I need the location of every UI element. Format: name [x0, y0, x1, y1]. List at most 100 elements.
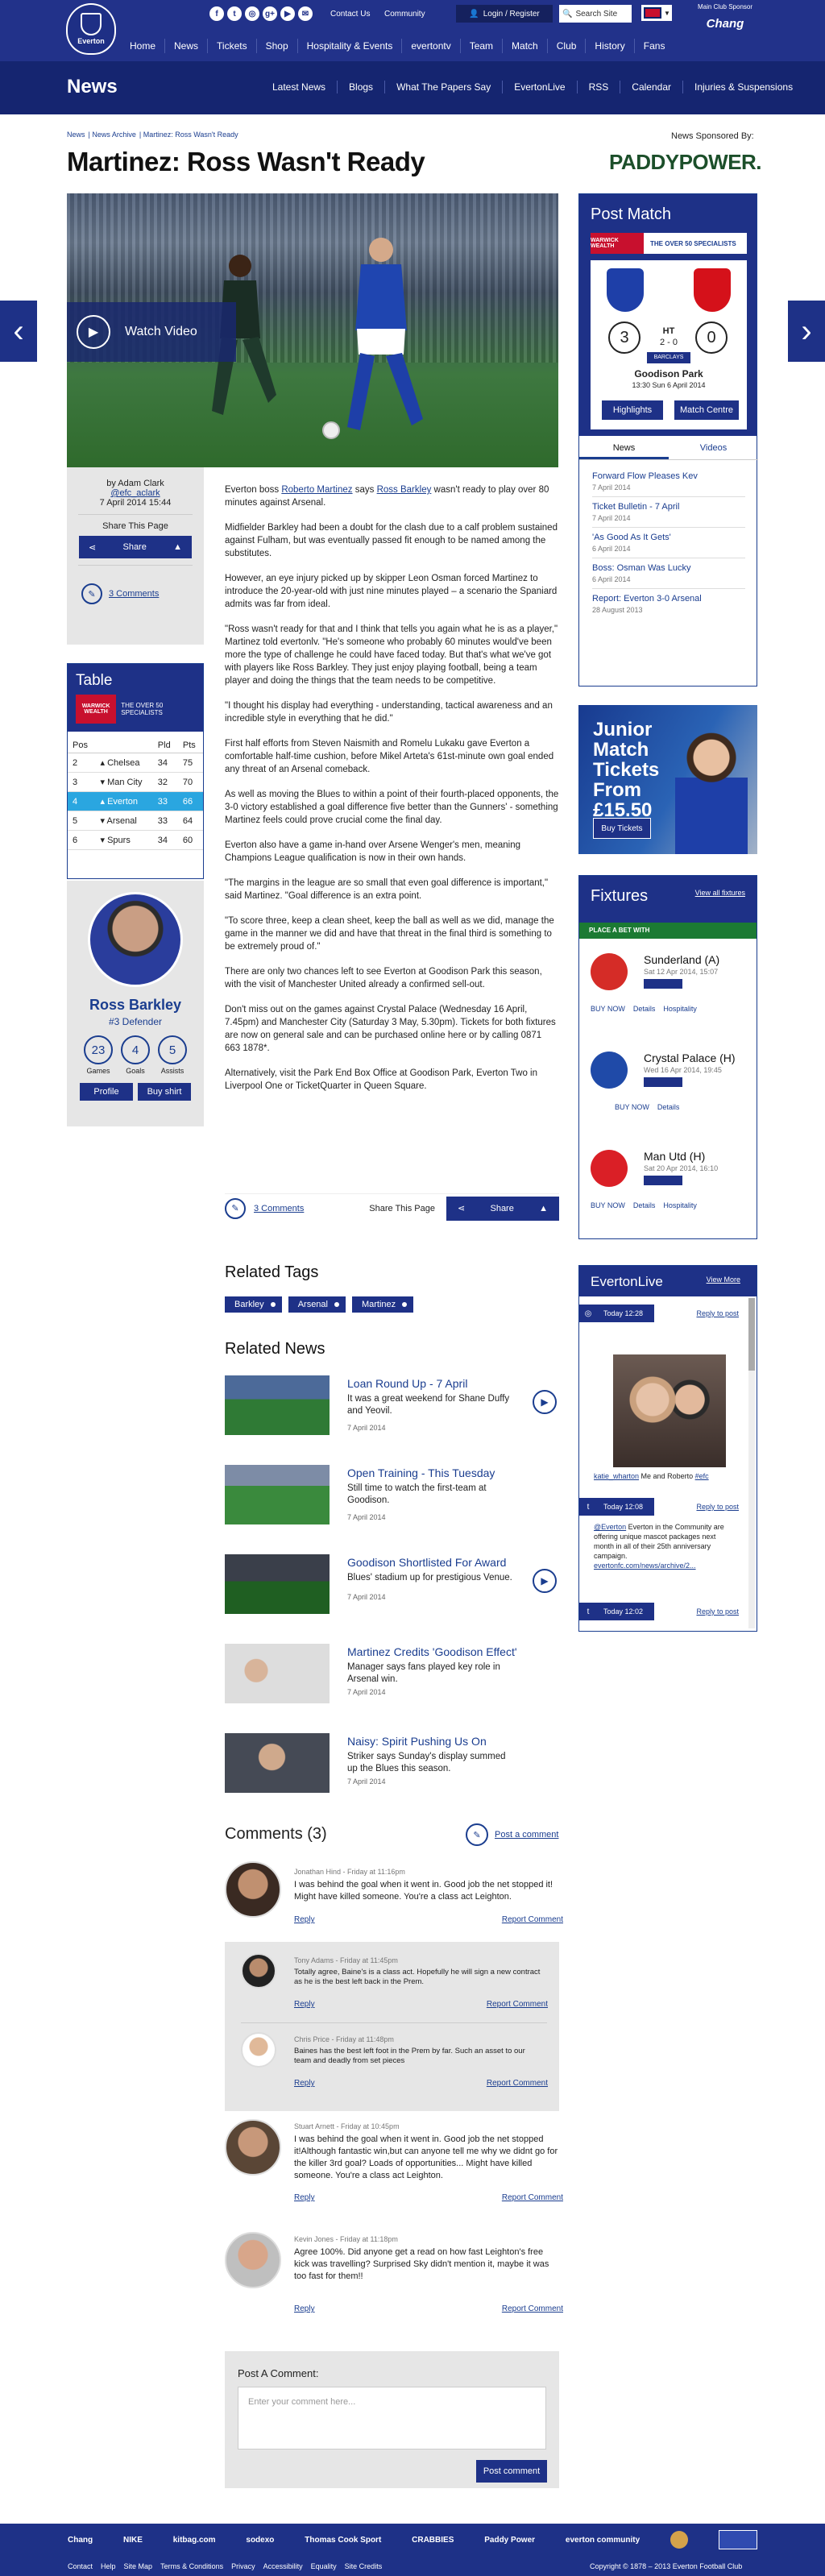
reply-link[interactable]: Reply	[294, 2000, 315, 2009]
related-news-item[interactable]: Martinez Credits 'Goodison Effect' Manag…	[225, 1644, 563, 1710]
feed-scrollbar[interactable]	[748, 1298, 755, 1628]
feed-photo[interactable]	[613, 1354, 726, 1467]
nav-news[interactable]: News	[164, 39, 207, 53]
footer-link[interactable]: Contact	[68, 2562, 93, 2570]
comments-count-link[interactable]: 3 Comments	[109, 589, 159, 599]
buy-shirt-button[interactable]: Buy shirt	[138, 1083, 191, 1101]
breadcrumb-news[interactable]: News	[67, 131, 85, 139]
reply-link[interactable]: Reply	[294, 1915, 315, 1924]
table-row-everton[interactable]: 4 ▴ Everton 33 66	[68, 791, 203, 811]
junior-tickets-banner[interactable]: Junior Match Tickets From £15.50 Buy Tickets	[578, 705, 757, 854]
language-selector[interactable]: ▼	[641, 5, 672, 21]
highlights-button[interactable]: Highlights	[602, 400, 663, 420]
profile-button[interactable]: Profile	[80, 1083, 133, 1101]
play-icon[interactable]: ▶	[533, 1390, 557, 1414]
reply-to-post-link[interactable]: Reply to post	[696, 1607, 739, 1616]
nav-team[interactable]: Team	[459, 39, 502, 53]
report-comment-link[interactable]: Report Comment	[487, 2079, 548, 2088]
subnav-papers[interactable]: What The Papers Say	[384, 81, 502, 93]
breadcrumb-archive[interactable]: News Archive	[92, 131, 136, 139]
nav-shop[interactable]: Shop	[255, 39, 297, 53]
post-match-sponsor[interactable]: WARWICK WEALTH THE OVER 50 SPECIALISTS	[591, 233, 747, 254]
next-article-arrow[interactable]: ›	[788, 301, 825, 362]
comment-textarea[interactable]: Enter your comment here...	[238, 2387, 546, 2449]
tweet-user-link[interactable]: @Everton	[594, 1523, 626, 1531]
sponsor-logo[interactable]: Chang	[68, 2536, 93, 2545]
related-news-item[interactable]: Loan Round Up - 7 April It was a great w…	[225, 1375, 563, 1441]
post-comment-link[interactable]: ✎ Post a comment	[466, 1823, 558, 1846]
login-register-button[interactable]: 👤 Login / Register	[456, 5, 553, 23]
subnav-rss[interactable]: RSS	[576, 81, 620, 93]
subnav-latest-news[interactable]: Latest News	[261, 81, 337, 93]
tab-videos[interactable]: Videos	[669, 436, 758, 459]
related-news-item[interactable]: Open Training - This Tuesday Still time …	[225, 1465, 563, 1531]
hospitality-link[interactable]: Hospitality	[663, 1201, 697, 1209]
sponsor-logo[interactable]: Thomas Cook Sport	[305, 2536, 381, 2545]
author-twitter-link[interactable]: @efc_aclark	[110, 488, 160, 498]
twitter-icon[interactable]: t	[227, 6, 242, 21]
barkley-link[interactable]: Ross Barkley	[377, 485, 432, 495]
report-comment-link[interactable]: Report Comment	[487, 2000, 548, 2009]
previous-article-arrow[interactable]: ‹	[0, 301, 37, 362]
footer-link[interactable]: Site Credits	[345, 2562, 383, 2570]
sponsor-logo[interactable]: Paddy Power	[484, 2536, 535, 2545]
subnav-injuries[interactable]: Injuries & Suspensions	[682, 81, 804, 93]
nav-tickets[interactable]: Tickets	[207, 39, 256, 53]
comments-count-link[interactable]: 3 Comments	[254, 1204, 304, 1213]
tweet-link[interactable]: evertonfc.com/news/archive/2...	[594, 1562, 696, 1570]
list-item[interactable]: 'As Good As It Gets' 6 April 2014	[592, 528, 745, 558]
view-more-link[interactable]: View More	[707, 1276, 740, 1284]
hashtag-link[interactable]: #efc	[695, 1472, 709, 1480]
news-title[interactable]: Naisy: Spirit Pushing Us On	[347, 1735, 487, 1748]
related-news-item[interactable]: Naisy: Spirit Pushing Us On Striker says…	[225, 1733, 563, 1799]
details-link[interactable]: Details	[657, 1103, 680, 1111]
news-title[interactable]: Open Training - This Tuesday	[347, 1466, 495, 1479]
report-comment-link[interactable]: Report Comment	[502, 2193, 563, 2202]
footer-link[interactable]: Terms & Conditions	[160, 2562, 223, 2570]
reply-to-post-link[interactable]: Reply to post	[696, 1503, 739, 1511]
subnav-calendar[interactable]: Calendar	[620, 81, 682, 93]
footer-link[interactable]: Privacy	[231, 2562, 255, 2570]
details-link[interactable]: Details	[633, 1005, 656, 1013]
tag-barkley[interactable]: Barkley	[225, 1296, 282, 1313]
tab-news[interactable]: News	[579, 436, 669, 459]
news-title[interactable]: Goodison Shortlisted For Award	[347, 1556, 506, 1569]
club-crest-icon[interactable]	[718, 2530, 757, 2549]
related-news-item[interactable]: Goodison Shortlisted For Award Blues' st…	[225, 1554, 563, 1620]
buy-now-link[interactable]: BUY NOW	[591, 1005, 625, 1013]
reply-link[interactable]: Reply	[294, 2193, 315, 2202]
googleplus-icon[interactable]: g+	[263, 6, 277, 21]
subnav-evertonlive[interactable]: EvertonLive	[502, 81, 576, 93]
buy-tickets-button[interactable]: Buy Tickets	[593, 818, 651, 839]
paddypower-logo[interactable]: PADDYPOWER.	[609, 150, 762, 175]
subnav-blogs[interactable]: Blogs	[337, 81, 384, 93]
details-link[interactable]: Details	[633, 1201, 656, 1209]
facebook-icon[interactable]: f	[209, 6, 224, 21]
nav-match[interactable]: Match	[502, 39, 547, 53]
hospitality-link[interactable]: Hospitality	[663, 1005, 697, 1013]
reply-to-post-link[interactable]: Reply to post	[696, 1309, 739, 1317]
search-input[interactable]: 🔍 Search Site	[559, 5, 632, 23]
report-comment-link[interactable]: Report Comment	[502, 2304, 563, 2313]
footer-link[interactable]: Help	[101, 2562, 116, 2570]
news-title[interactable]: Martinez Credits 'Goodison Effect'	[347, 1645, 517, 1658]
footer-link[interactable]: Accessibility	[263, 2562, 303, 2570]
watch-video-button[interactable]: ▶ Watch Video	[67, 302, 236, 362]
sponsor-logo[interactable]: CRABBIES	[412, 2536, 454, 2545]
email-icon[interactable]: ✉	[298, 6, 313, 21]
sponsor-logo[interactable]: NIKE	[123, 2536, 143, 2545]
list-item[interactable]: Ticket Bulletin - 7 April 7 April 2014	[592, 497, 745, 528]
view-all-fixtures-link[interactable]: View all fixtures	[695, 889, 745, 897]
table-sponsor[interactable]: WARWICK WEALTH THE OVER 50 SPECIALISTS	[76, 695, 195, 724]
table-row[interactable]: 6 ▾ Spurs 34 60	[68, 830, 203, 850]
martinez-link[interactable]: Roberto Martinez	[281, 485, 352, 495]
share-button[interactable]: ⋖ Share ▲	[446, 1196, 559, 1221]
nav-home[interactable]: Home	[121, 39, 164, 53]
list-item[interactable]: Report: Everton 3-0 Arsenal 28 August 201…	[592, 589, 745, 619]
tag-arsenal[interactable]: Arsenal	[288, 1296, 346, 1313]
share-button[interactable]: ⋖ Share ▲	[79, 536, 192, 558]
table-row[interactable]: 5 ▾ Arsenal 33 64	[68, 811, 203, 831]
report-comment-link[interactable]: Report Comment	[502, 1915, 563, 1924]
instagram-icon[interactable]: ◎	[245, 6, 259, 21]
nav-history[interactable]: History	[585, 39, 633, 53]
